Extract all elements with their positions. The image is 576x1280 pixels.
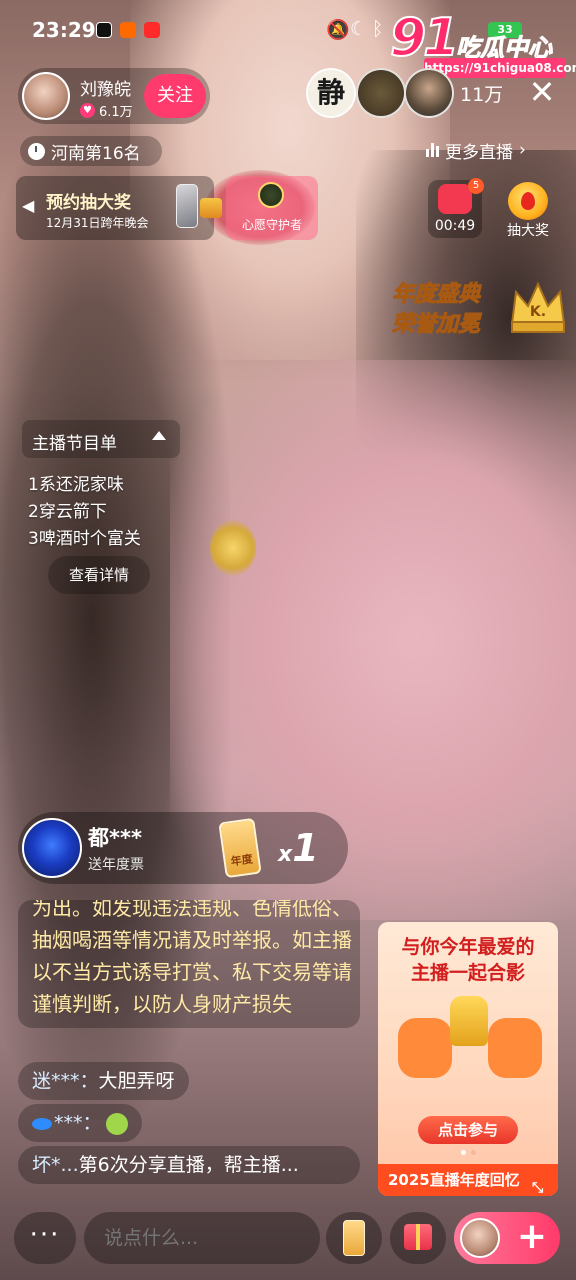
- more-live-label: 更多直播: [445, 142, 513, 163]
- viewer-avatar-2[interactable]: [356, 68, 406, 118]
- moon-icon: ☾: [350, 18, 368, 40]
- chat-message[interactable]: 迷***：大胆弄呀: [18, 1062, 189, 1100]
- chat-username: 迷***：: [32, 1070, 99, 1092]
- lottery-label: 抽大奖: [507, 223, 549, 239]
- clock-icon: [28, 142, 45, 160]
- carousel-dot: [460, 1150, 466, 1155]
- honor-line-2: 荣誉加冕: [391, 312, 481, 338]
- close-icon[interactable]: ✕: [524, 74, 560, 110]
- mascot-left-icon: [398, 1018, 452, 1078]
- chat-text: 大胆弄呀: [98, 1070, 175, 1092]
- gift-prize-icon: [200, 198, 222, 218]
- app-notification-icon: [120, 22, 136, 38]
- annual-recap-promo-card[interactable]: 与你今年最爱的 主播一起合影 点击参与 2025直播年度回忆 ⤡: [378, 922, 558, 1196]
- bottom-bar: ··· +: [0, 1206, 576, 1270]
- program-list-title: 主播节目单: [32, 434, 117, 454]
- mascot-right-icon: [488, 1018, 542, 1078]
- carousel-dots: [378, 1150, 558, 1155]
- host-mini-avatar: [460, 1218, 500, 1258]
- sick-face-emoji-icon: [105, 1112, 128, 1135]
- annual-ticket-icon: 年度: [218, 817, 262, 879]
- promo-title-line-1: 与你今年最爱的: [401, 936, 535, 958]
- bluetooth-icon: ᛒ: [372, 18, 384, 40]
- host-likes-count: 6.1万: [99, 105, 133, 120]
- join-button[interactable]: 点击参与: [418, 1116, 518, 1144]
- view-details-button[interactable]: 查看详情: [48, 556, 150, 594]
- gift-sender-name: 都***: [88, 826, 142, 850]
- background-necklace-pendant: [210, 520, 256, 576]
- chat-message[interactable]: ***：: [18, 1104, 142, 1142]
- viewer-avatar-1[interactable]: 静: [306, 68, 356, 118]
- program-list-header[interactable]: 主播节目单: [22, 420, 180, 458]
- program-list-panel: 主播节目单 1系还泥家味 2穿云箭下 3啤酒时个富关 查看详情: [22, 420, 192, 600]
- status-time: 23:29: [32, 18, 96, 42]
- heart-icon: ♥: [80, 103, 95, 118]
- gift-button[interactable]: [390, 1212, 446, 1264]
- chat-message[interactable]: 坏*...第6次分享直播，帮主播...: [18, 1146, 360, 1184]
- system-notice-message: 为出。如发现违法违规、色情低俗、抽烟喝酒等情况请及时举报。如主播以不当方式诱导打…: [18, 900, 360, 1028]
- more-live-link[interactable]: 更多直播 ›: [426, 134, 526, 166]
- trophy-icon: [450, 996, 488, 1046]
- host-likes: ♥ 6.1万: [80, 101, 133, 120]
- gift-count-value: 1: [292, 826, 319, 870]
- follow-host-shortcut[interactable]: +: [454, 1212, 560, 1264]
- program-item: 3啤酒时个富关: [28, 529, 141, 549]
- carousel-dot: [470, 1150, 476, 1155]
- expand-icon[interactable]: ⤡: [532, 1172, 543, 1196]
- red-packet-timer: 00:49: [434, 218, 476, 234]
- lottery-reservation-banner[interactable]: ◀ 预约抽大奖 12月31日跨年晚会: [16, 176, 222, 240]
- tiktok-app-icon: [96, 22, 112, 38]
- chevron-left-icon[interactable]: ◀: [22, 196, 34, 215]
- red-packet-widget[interactable]: 5 00:49: [428, 178, 484, 238]
- guardian-avatar: [258, 182, 284, 208]
- crown-icon: K.: [510, 281, 566, 333]
- mute-icon: 🔕: [326, 19, 350, 41]
- follow-button[interactable]: 关注: [144, 74, 206, 118]
- system-notice-text: 为出。如发现违法违规、色情低俗、抽烟喝酒等情况请及时举报。如主播以不当方式诱导打…: [32, 900, 352, 1016]
- app-notification-icon-2: [144, 22, 160, 38]
- event-subtitle: 12月31日跨年晚会: [46, 216, 149, 230]
- red-packet-badge: 5: [468, 178, 484, 194]
- gift-ribbon-icon: [416, 1224, 420, 1250]
- chat-username: ***：: [54, 1112, 102, 1134]
- more-options-button[interactable]: ···: [14, 1212, 76, 1264]
- promo-illustration: [392, 986, 544, 1082]
- event-title: 预约抽大奖: [46, 193, 131, 213]
- guardian-label: 心愿守护者: [241, 218, 302, 232]
- host-name: 刘豫皖: [80, 80, 131, 100]
- gift-count: x1: [278, 826, 319, 870]
- plus-icon[interactable]: +: [512, 1214, 552, 1260]
- viewer-count[interactable]: 11万: [460, 80, 503, 107]
- viewer-avatar-3[interactable]: [404, 68, 454, 118]
- honor-line-1: 年度盛典: [391, 282, 481, 308]
- chat-input[interactable]: [84, 1212, 320, 1264]
- gift-notice: 都*** 送年度票 年度 x1: [18, 812, 348, 884]
- program-item: 2穿云箭下: [28, 502, 107, 522]
- promo-footer[interactable]: 2025直播年度回忆 ⤡: [378, 1164, 558, 1196]
- svg-text:K.: K.: [530, 304, 546, 320]
- phone-prize-icon: [176, 184, 198, 228]
- wish-guardian-card[interactable]: 心愿守护者: [226, 176, 318, 240]
- host-avatar[interactable]: [22, 72, 70, 120]
- region-rank-label: 河南第16名: [51, 143, 141, 164]
- bars-icon: [426, 143, 439, 157]
- red-packet-icon: [438, 184, 472, 214]
- chat-username: 坏*...: [32, 1154, 79, 1176]
- caret-up-icon[interactable]: [152, 431, 166, 440]
- fish-icon: [32, 1117, 52, 1130]
- promo-footer-label: 2025直播年度回忆: [388, 1171, 520, 1189]
- chevron-right-icon: ›: [519, 140, 526, 160]
- annual-ticket-icon: [343, 1220, 365, 1256]
- drop-icon: [521, 192, 535, 210]
- chat-text: 第6次分享直播，帮主播...: [78, 1154, 299, 1176]
- gift-description: 送年度票: [88, 857, 144, 873]
- promo-title-line-2: 主播一起合影: [410, 962, 525, 984]
- region-rank-pill[interactable]: 河南第16名: [20, 136, 162, 166]
- gift-count-prefix: x: [278, 842, 293, 867]
- annual-ticket-button[interactable]: [326, 1212, 382, 1264]
- gift-sender-avatar[interactable]: [22, 818, 82, 878]
- annual-honor-banner[interactable]: 年度盛典 荣誉加冕 K.: [388, 276, 572, 340]
- program-item: 1系还泥家味: [28, 475, 124, 495]
- lottery-widget[interactable]: 抽大奖: [500, 180, 556, 239]
